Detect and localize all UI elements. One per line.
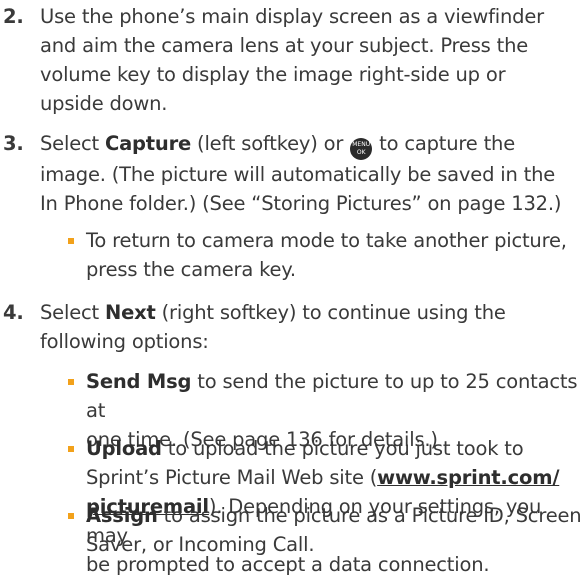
bullet-text: Assign to assign the picture as a Pictur… [86,501,585,559]
step-line: image. (The picture will automatically b… [40,163,556,186]
bullet-line: press the camera key. [86,258,296,281]
option-text: Sprint’s Picture Mail Web site ( [86,466,378,489]
step-number: 2. [3,5,24,28]
bullet-line: To return to camera mode to take another… [86,229,567,252]
step-line: In Phone folder.) (See “Storing Pictures… [40,192,562,215]
option-label: Upload [86,437,162,460]
bullet-marker [68,238,74,244]
step-line: upside down. [40,92,168,115]
next-label: Next [104,301,156,324]
step-line: volume key to display the image right-si… [40,63,506,86]
bullet-marker [68,446,74,452]
bullet-line: Send Msg to send the picture to up to 25… [86,367,585,425]
step-text-part: (left softkey) or [191,132,350,155]
step-line: following options: [40,330,209,353]
step-line: Select Capture (left softkey) or MENU OK … [40,129,583,160]
capture-label: Capture [104,132,192,155]
select-text: Select [40,132,105,155]
step-text-part: to capture the [373,132,515,155]
option-text: to assign the picture as a Picture ID, S… [157,504,582,527]
ok-key-label: OK [356,149,366,156]
menu-key-label: MENU [352,141,371,148]
bullet-marker [68,379,74,385]
bullet-marker [68,513,74,519]
step-text: Use the phone’s main display screen as a… [40,2,583,118]
option-text: to upload the picture you just took to [161,437,524,460]
select-text: Select [40,301,105,324]
option-label: Assign [86,504,158,527]
step-line: and aim the camera lens at your subject.… [40,34,529,57]
step-text-part: (right softkey) to continue using the [155,301,506,324]
step-line: Select Next (right softkey) to continue … [40,298,583,327]
picture-mail-link[interactable]: www.sprint.com/ [377,466,559,489]
option-label: Send Msg [86,370,192,393]
step-text: Select Capture (left softkey) or MENU OK … [40,129,583,218]
manual-page: 2. Use the phone’s main display screen a… [0,0,585,576]
step-number: 4. [3,301,24,324]
step-number: 3. [3,132,24,155]
bullet-line: Upload to upload the picture you just to… [86,434,585,463]
menu-ok-key-icon: MENU OK [350,138,373,160]
bullet-line: Saver, or Incoming Call. [86,533,315,556]
bullet-line: Assign to assign the picture as a Pictur… [86,501,585,530]
bullet-line: Sprint’s Picture Mail Web site (www.spri… [86,463,585,492]
bullet-text: To return to camera mode to take another… [86,226,585,284]
step-line: Use the phone’s main display screen as a… [40,5,544,28]
step-text: Select Next (right softkey) to continue … [40,298,583,356]
